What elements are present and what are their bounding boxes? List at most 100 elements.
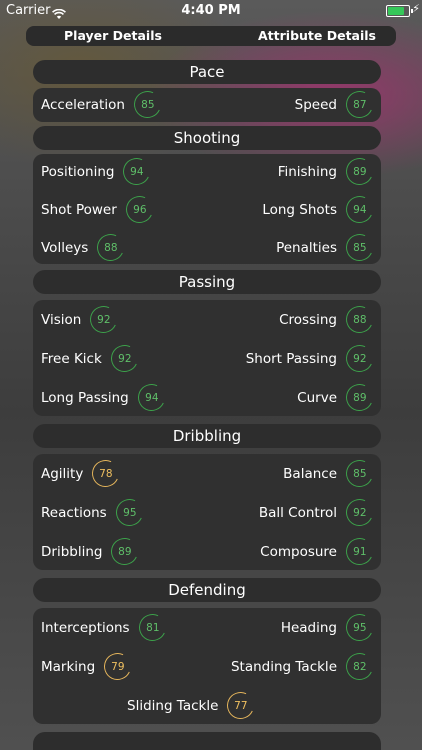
attribute-label: Heading — [280, 619, 337, 636]
attribute-short-passing: Short Passing 92 — [245, 341, 377, 376]
clock: 4:40 PM — [181, 3, 241, 18]
rating-ring: 92 — [342, 341, 377, 376]
attribute-label: Ball Control — [258, 504, 337, 521]
rating-value: 78 — [99, 467, 113, 480]
rating-ring: 85 — [130, 87, 165, 122]
attribute-label: Agility — [41, 465, 84, 482]
rating-value: 92 — [352, 506, 367, 519]
rating-value: 79 — [110, 660, 125, 673]
rating-value: 88 — [104, 241, 118, 254]
rating-value: 92 — [117, 352, 131, 365]
attribute-label: Speed — [294, 96, 337, 113]
attribute-label: Volleys — [41, 239, 89, 256]
rating-ring: 94 — [119, 154, 155, 189]
details-segmented-control: Player Details Attribute Details — [26, 26, 396, 46]
charging-icon: ⚡ — [412, 2, 420, 15]
rating-ring: 78 — [88, 456, 124, 491]
attribute-penalties: Penalties 85 — [276, 230, 377, 265]
attribute-agility: Agility 78 — [41, 456, 124, 491]
attribute-speed: Speed 87 — [294, 87, 377, 122]
attribute-finishing: Finishing 89 — [277, 154, 377, 189]
rating-ring: 77 — [223, 688, 259, 723]
rating-ring: 85 — [342, 456, 377, 491]
attribute-label: Standing Tackle — [230, 658, 337, 675]
attribute-label: Long Passing — [41, 389, 129, 406]
rating-value: 89 — [352, 165, 367, 178]
rating-ring: 91 — [342, 534, 377, 569]
attribute-label: Composure — [260, 543, 337, 560]
rating-ring: 89 — [342, 154, 377, 189]
attribute-label: Balance — [283, 465, 337, 482]
rating-ring: 81 — [134, 610, 170, 645]
attribute-standing-tackle: Standing Tackle 82 — [230, 649, 377, 684]
rating-ring: 95 — [111, 495, 147, 530]
rating-value: 95 — [122, 506, 136, 519]
rating-value: 91 — [352, 545, 367, 558]
rating-value: 94 — [352, 203, 367, 216]
attribute-label: Curve — [297, 389, 337, 406]
section-header-next — [33, 732, 381, 750]
section-header-shooting: Shooting — [33, 126, 381, 150]
attribute-interceptions: Interceptions 81 — [41, 610, 170, 645]
attribute-positioning: Positioning 94 — [41, 154, 155, 189]
rating-ring: 92 — [342, 495, 377, 530]
attribute-curve: Curve 89 — [297, 380, 377, 415]
rating-value: 87 — [352, 98, 367, 111]
attribute-composure: Composure 91 — [260, 534, 377, 569]
battery-icon — [386, 5, 413, 17]
attribute-balance: Balance 85 — [283, 456, 377, 491]
rating-value: 82 — [352, 660, 367, 673]
rating-value: 92 — [352, 352, 367, 365]
attribute-reactions: Reactions 95 — [41, 495, 147, 530]
rating-value: 89 — [118, 545, 132, 558]
rating-value: 94 — [130, 165, 144, 178]
attribute-label: Long Shots — [262, 201, 337, 218]
attribute-shot-power: Shot Power 96 — [41, 192, 157, 227]
section-card-passing: Vision 92 Crossing 88 Free Kick 92 Short… — [33, 300, 381, 416]
section-card-pace: Acceleration 85 Speed 87 — [33, 87, 381, 122]
rating-value: 88 — [352, 313, 367, 326]
rating-value: 94 — [144, 391, 158, 404]
rating-ring: 82 — [342, 649, 377, 684]
tab-player-details[interactable]: Player Details — [64, 26, 162, 46]
attribute-marking: Marking 79 — [41, 649, 135, 684]
rating-ring: 89 — [107, 534, 143, 569]
attribute-label: Positioning — [41, 163, 115, 180]
attribute-label: Interceptions — [41, 619, 130, 636]
rating-value: 96 — [132, 203, 146, 216]
attribute-ball-control: Ball Control 92 — [258, 495, 377, 530]
attribute-dribbling: Dribbling 89 — [41, 534, 143, 569]
section-header-passing: Passing — [33, 270, 381, 294]
attribute-heading: Heading 95 — [280, 610, 377, 645]
attribute-free-kick: Free Kick 92 — [41, 341, 142, 376]
rating-value: 92 — [97, 313, 111, 326]
rating-value: 95 — [352, 621, 367, 634]
rating-ring: 95 — [342, 610, 377, 645]
attribute-vision: Vision 92 — [41, 302, 122, 337]
section-card-shooting: Positioning 94 Finishing 89 Shot Power 9… — [33, 154, 381, 265]
section-header-pace: Pace — [33, 60, 381, 84]
attribute-long-passing: Long Passing 94 — [41, 380, 169, 415]
attribute-sliding-tackle: Sliding Tackle 77 — [127, 688, 259, 723]
rating-ring: 94 — [133, 380, 169, 415]
rating-value: 81 — [145, 621, 159, 634]
rating-ring: 88 — [342, 302, 377, 337]
attribute-label: Acceleration — [41, 96, 125, 113]
attribute-label: Shot Power — [41, 201, 117, 218]
section-header-defending: Defending — [33, 578, 381, 602]
rating-ring: 96 — [121, 192, 157, 227]
attribute-label: Vision — [41, 311, 82, 328]
rating-value: 89 — [352, 391, 367, 404]
attribute-label: Dribbling — [41, 543, 103, 560]
attribute-label: Short Passing — [245, 350, 337, 367]
attribute-label: Marking — [41, 658, 96, 675]
attribute-crossing: Crossing 88 — [279, 302, 377, 337]
attribute-label: Finishing — [277, 163, 337, 180]
rating-ring: 87 — [342, 87, 377, 122]
rating-ring: 92 — [86, 302, 122, 337]
rating-value: 85 — [140, 98, 155, 111]
rating-ring: 89 — [342, 380, 377, 415]
tab-attribute-details[interactable]: Attribute Details — [258, 26, 376, 46]
attribute-acceleration: Acceleration 85 — [41, 87, 165, 122]
rating-ring: 79 — [100, 649, 135, 684]
